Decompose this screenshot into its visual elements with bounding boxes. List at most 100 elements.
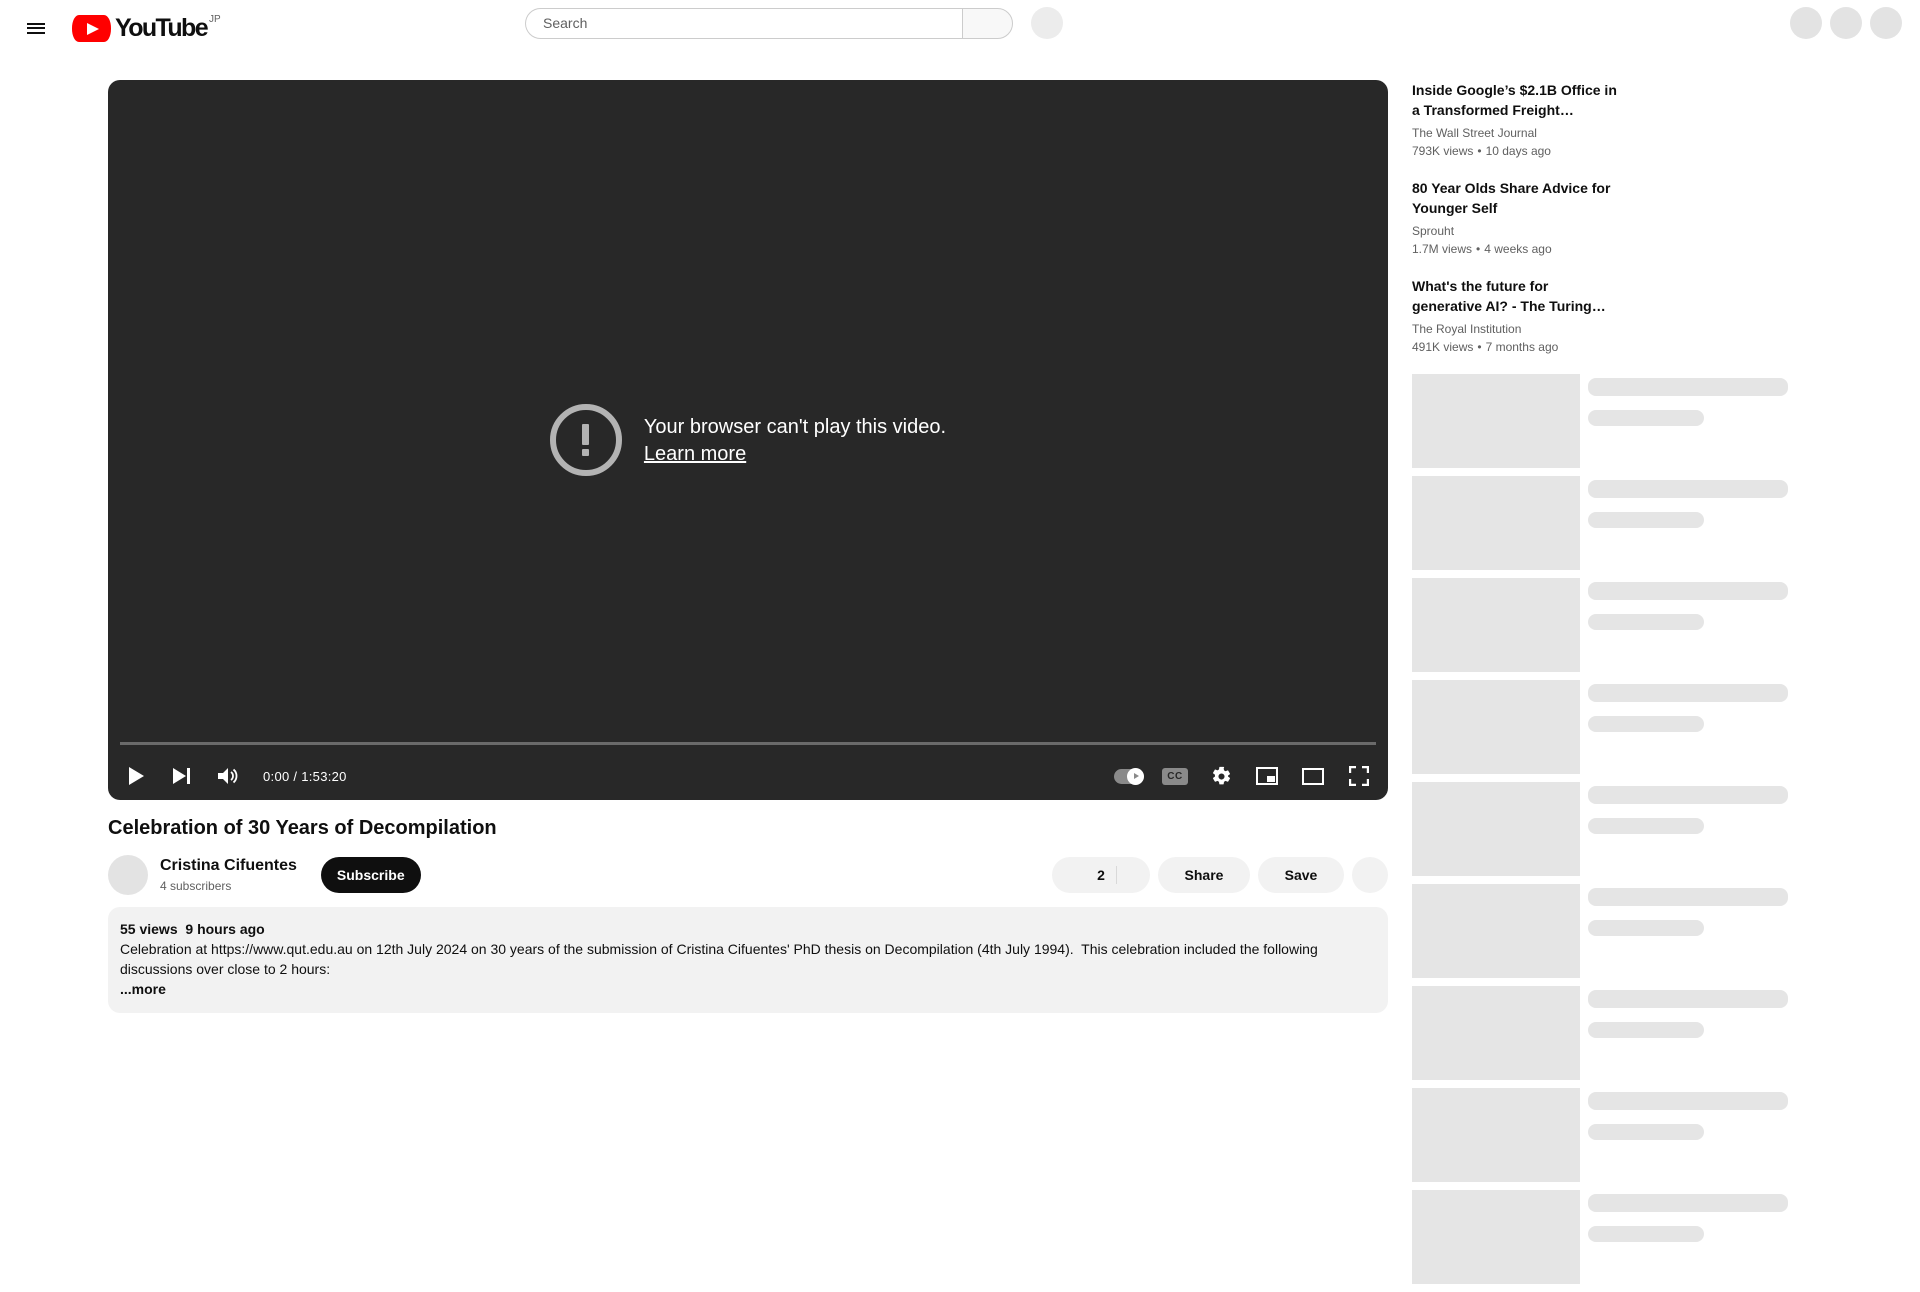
left-controls: 0:00 / 1:53:20 — [113, 752, 347, 800]
placeholder-thumbnail — [1412, 782, 1580, 876]
more-actions-button[interactable] — [1352, 857, 1388, 893]
placeholder-thumbnail — [1412, 578, 1580, 672]
progress-bar[interactable] — [120, 742, 1376, 747]
description-meta: 55 views 9 hours ago — [120, 919, 1376, 939]
mute-button[interactable] — [205, 752, 251, 800]
page-body: Your browser can't play this video. Lear… — [0, 56, 1920, 1284]
loading-placeholder-item — [1412, 374, 1814, 468]
error-headline: Your browser can't play this video. — [643, 415, 947, 438]
recommended-video-item[interactable]: Inside Google’s $2.1B Office in a Transf… — [1412, 80, 1814, 160]
loading-placeholder-item — [1412, 884, 1814, 978]
placeholder-line-subtitle — [1588, 614, 1704, 630]
recommended-video-channel[interactable]: The Wall Street Journal — [1412, 124, 1618, 142]
autoplay-toggle-button[interactable] — [1106, 752, 1152, 800]
placeholder-line-title — [1588, 888, 1788, 906]
right-controls: CC — [1106, 752, 1382, 800]
avatar-button[interactable] — [1870, 7, 1902, 39]
loading-placeholder-item — [1412, 1190, 1814, 1284]
recommended-video-text: Inside Google’s $2.1B Office in a Transf… — [1412, 80, 1618, 160]
notifications-button[interactable] — [1830, 7, 1862, 39]
placeholder-line-subtitle — [1588, 512, 1704, 528]
recommendation-list: Inside Google’s $2.1B Office in a Transf… — [1412, 80, 1814, 356]
captions-button[interactable]: CC — [1152, 752, 1198, 800]
placeholder-line-subtitle — [1588, 410, 1704, 426]
placeholder-thumbnail — [1412, 986, 1580, 1080]
play-button[interactable] — [113, 752, 159, 800]
loading-placeholder-item — [1412, 782, 1814, 876]
video-description[interactable]: 55 views 9 hours ago Celebration at http… — [108, 907, 1388, 1013]
action-buttons: 2 Share Save — [1052, 857, 1388, 893]
placeholder-thumbnail — [1412, 1088, 1580, 1182]
placeholder-line-title — [1588, 582, 1788, 600]
subscriber-count: 4 subscribers — [160, 878, 232, 893]
recommended-video-item[interactable]: 80 Year Olds Share Advice for Younger Se… — [1412, 178, 1814, 258]
recommended-video-meta: 793K views • 10 days ago — [1412, 142, 1618, 160]
learn-more-link[interactable]: Learn more — [644, 441, 746, 467]
youtube-logo[interactable]: YouTube JP — [72, 14, 221, 42]
placeholder-text-lines — [1588, 1088, 1788, 1182]
meta-separator: • — [1477, 340, 1482, 354]
primary-column: Your browser can't play this video. Lear… — [108, 80, 1388, 1013]
search-box[interactable] — [525, 7, 962, 39]
placeholder-thumbnail — [1412, 1190, 1580, 1284]
like-dislike-button[interactable]: 2 — [1052, 857, 1150, 893]
player-error-message: Your browser can't play this video. Lear… — [108, 80, 1388, 800]
share-button[interactable]: Share — [1158, 857, 1250, 893]
placeholder-line-subtitle — [1588, 716, 1704, 732]
placeholder-text-lines — [1588, 374, 1788, 468]
recommended-video-text: 80 Year Olds Share Advice for Younger Se… — [1412, 178, 1618, 258]
placeholder-line-title — [1588, 684, 1788, 702]
loading-placeholder-item — [1412, 680, 1814, 774]
search-submit-button[interactable] — [962, 7, 1013, 39]
placeholder-thumbnail — [1412, 884, 1580, 978]
like-count: 2 — [1097, 867, 1105, 883]
recommended-video-age: 10 days ago — [1485, 144, 1551, 158]
loading-placeholder-item — [1412, 476, 1814, 570]
recommended-video-views: 1.7M views — [1412, 242, 1473, 256]
search-input[interactable] — [543, 15, 962, 31]
voice-search-button[interactable] — [1031, 7, 1063, 39]
loading-placeholder-item — [1412, 986, 1814, 1080]
create-button[interactable] — [1790, 7, 1822, 39]
pill-divider — [1116, 866, 1117, 884]
fullscreen-button[interactable] — [1336, 752, 1382, 800]
youtube-country-code: JP — [209, 14, 221, 25]
search-area — [525, 7, 1063, 39]
recommended-video-age: 7 months ago — [1485, 340, 1559, 354]
loading-placeholder-item — [1412, 1088, 1814, 1182]
youtube-wordmark: YouTube — [115, 14, 209, 42]
description-body: Celebration at https://www.qut.edu.au on… — [120, 941, 1322, 977]
placeholder-line-subtitle — [1588, 920, 1704, 936]
save-button[interactable]: Save — [1258, 857, 1344, 893]
channel-name[interactable]: Cristina Cifuentes — [160, 856, 297, 876]
loading-placeholder-list — [1412, 374, 1814, 1284]
video-title: Celebration of 30 Years of Decompilation — [108, 817, 497, 839]
next-video-button[interactable] — [159, 752, 205, 800]
placeholder-line-subtitle — [1588, 818, 1704, 834]
secondary-column: Inside Google’s $2.1B Office in a Transf… — [1412, 80, 1814, 1292]
recommended-video-title[interactable]: Inside Google’s $2.1B Office in a Transf… — [1412, 80, 1618, 120]
recommended-video-channel[interactable]: The Royal Institution — [1412, 320, 1618, 338]
recommended-video-item[interactable]: What's the future for generative AI? - T… — [1412, 276, 1814, 356]
guide-menu-button[interactable] — [16, 8, 56, 48]
description-more-button[interactable]: ...more — [120, 979, 166, 999]
recommended-video-title[interactable]: What's the future for generative AI? - T… — [1412, 276, 1618, 316]
settings-button[interactable] — [1198, 752, 1244, 800]
cc-icon: CC — [1162, 767, 1188, 785]
recommended-video-views: 793K views — [1412, 144, 1474, 158]
player-controls: 0:00 / 1:53:20 CC — [108, 742, 1388, 800]
miniplayer-button[interactable] — [1244, 752, 1290, 800]
placeholder-thumbnail — [1412, 680, 1580, 774]
recommended-video-meta: 491K views • 7 months ago — [1412, 338, 1618, 356]
subscribe-button[interactable]: Subscribe — [320, 857, 421, 893]
placeholder-line-title — [1588, 1092, 1788, 1110]
channel-avatar[interactable] — [108, 855, 148, 895]
placeholder-line-title — [1588, 378, 1788, 396]
recommended-video-title[interactable]: 80 Year Olds Share Advice for Younger Se… — [1412, 178, 1618, 218]
placeholder-text-lines — [1588, 1190, 1788, 1284]
meta-separator: • — [1477, 144, 1482, 158]
theater-mode-button[interactable] — [1290, 752, 1336, 800]
recommended-video-text: What's the future for generative AI? - T… — [1412, 276, 1618, 356]
video-player[interactable]: Your browser can't play this video. Lear… — [108, 80, 1388, 800]
recommended-video-channel[interactable]: Sprouht — [1412, 222, 1618, 240]
